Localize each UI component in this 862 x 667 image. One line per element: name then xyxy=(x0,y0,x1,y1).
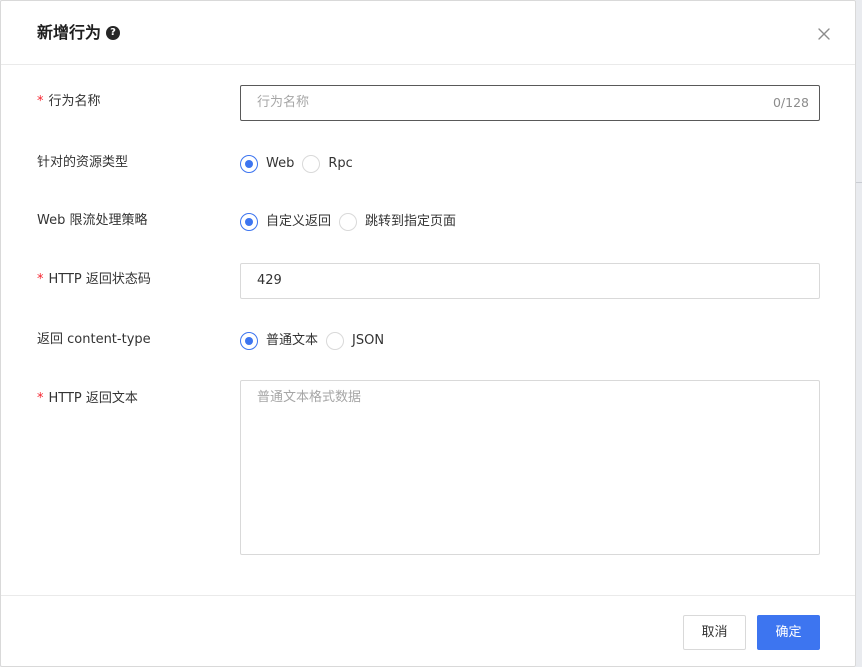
close-icon[interactable] xyxy=(816,26,832,42)
http-body-placeholder: 普通文本格式数据 xyxy=(257,390,362,405)
dialog-title: 新增行为 xyxy=(37,23,102,42)
http-status-label: * HTTP 返回状态码 xyxy=(37,271,151,289)
radio-dot[interactable] xyxy=(326,332,345,350)
http-status-input[interactable]: 429 xyxy=(240,263,820,299)
http-status-label-text: HTTP 返回状态码 xyxy=(48,272,151,287)
backdrop-divider xyxy=(856,182,862,183)
resource-type-label: 针对的资源类型 xyxy=(37,155,129,170)
radio-redirect-page[interactable]: 跳转到指定页面 xyxy=(339,213,456,231)
resource-type-radio-group: Web Rpc xyxy=(240,154,361,174)
radio-dot[interactable] xyxy=(339,213,358,231)
radio-plain-text[interactable]: 普通文本 xyxy=(240,332,318,350)
http-body-textarea[interactable]: 普通文本格式数据 xyxy=(240,380,820,555)
content-type-radio-group: 普通文本 JSON xyxy=(240,331,392,351)
required-mark: * xyxy=(37,94,44,109)
radio-label: 跳转到指定页面 xyxy=(365,214,457,229)
char-counter: 0/128 xyxy=(772,95,809,110)
dialog-header: 新增行为 ? xyxy=(1,1,855,65)
required-mark: * xyxy=(37,272,44,287)
radio-web[interactable]: Web xyxy=(240,155,294,173)
dialog-footer: 取消 确定 xyxy=(1,595,855,667)
radio-dot-checked[interactable] xyxy=(240,155,258,173)
radio-label: 自定义返回 xyxy=(266,214,332,229)
radio-label: Web xyxy=(266,156,295,171)
http-status-value: 429 xyxy=(257,273,282,288)
web-strategy-label: Web 限流处理策略 xyxy=(37,213,148,228)
confirm-button[interactable]: 确定 xyxy=(757,615,820,650)
radio-label: JSON xyxy=(352,333,385,348)
http-body-label: * HTTP 返回文本 xyxy=(37,390,138,408)
radio-label: 普通文本 xyxy=(266,333,319,348)
http-body-label-text: HTTP 返回文本 xyxy=(48,391,138,406)
action-name-label: * 行为名称 xyxy=(37,93,101,111)
content-type-label: 返回 content-type xyxy=(37,332,151,347)
radio-custom-response[interactable]: 自定义返回 xyxy=(240,213,331,231)
radio-rpc[interactable]: Rpc xyxy=(302,155,353,173)
cancel-button[interactable]: 取消 xyxy=(683,615,746,650)
question-circle-icon[interactable]: ? xyxy=(106,26,120,40)
radio-dot[interactable] xyxy=(302,155,321,173)
action-name-label-text: 行为名称 xyxy=(48,94,101,109)
action-name-input[interactable]: 行为名称 0/128 xyxy=(240,85,820,121)
action-name-placeholder: 行为名称 xyxy=(257,95,310,110)
required-mark: * xyxy=(37,391,44,406)
backdrop xyxy=(856,0,862,667)
radio-label: Rpc xyxy=(328,156,353,171)
add-action-dialog: 新增行为 ? * 行为名称 行为名称 0/128 针对的资源类型 Web Rpc xyxy=(0,0,856,667)
radio-dot-checked[interactable] xyxy=(240,332,258,350)
radio-json[interactable]: JSON xyxy=(326,332,384,350)
web-strategy-radio-group: 自定义返回 跳转到指定页面 xyxy=(240,212,464,232)
radio-dot-checked[interactable] xyxy=(240,213,258,231)
